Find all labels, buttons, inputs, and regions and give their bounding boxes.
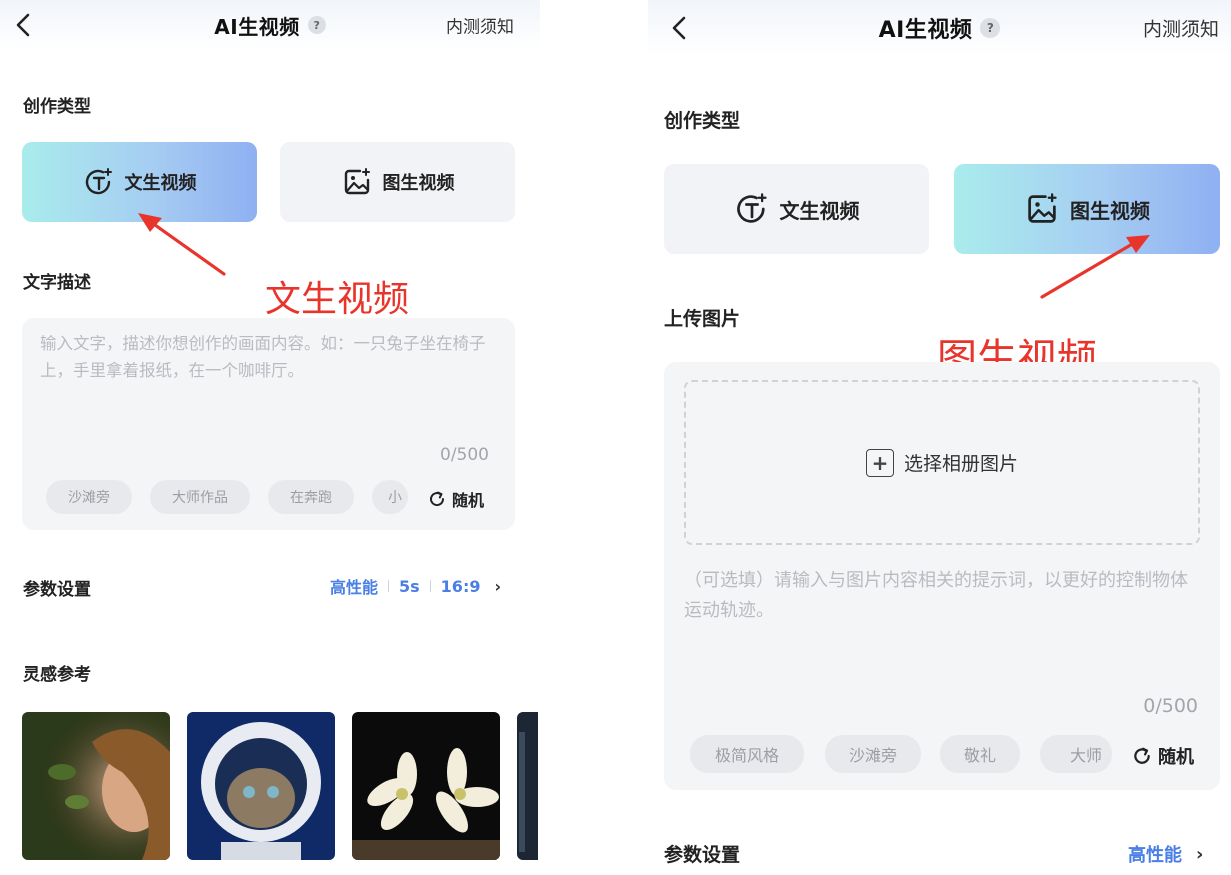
select-album-label: 选择相册图片 [903, 453, 1018, 475]
tab-label: 图生视频 [1070, 198, 1150, 223]
inspiration-thumb-flowers[interactable] [352, 712, 500, 860]
prompt-chip[interactable]: 大师作品 [150, 480, 250, 514]
refresh-icon [430, 491, 445, 507]
annotation-arrow [1040, 235, 1150, 299]
random-button[interactable]: 随机 [1132, 743, 1194, 769]
upload-label: 上传图片 [664, 308, 741, 330]
inspiration-thumb-partial[interactable] [517, 712, 538, 860]
select-album-button[interactable]: + 选择相册图片 [684, 380, 1200, 545]
description-input[interactable]: 输入文字，描述你想创作的画面内容。如：一只兔子坐在椅子上，手里拿着报纸，在一个咖… [40, 330, 498, 384]
params-summary[interactable]: 高性能 5s 16:9 › [330, 574, 501, 598]
inspiration-thumb-cat[interactable] [187, 712, 335, 860]
params-label: 参数设置 [664, 844, 741, 866]
inspiration-thumb-girl[interactable] [22, 712, 170, 860]
prompt-chip[interactable]: 大师 [1040, 735, 1112, 773]
annotation-text: 文生视频 [265, 279, 410, 320]
annotation-arrow [138, 213, 226, 276]
type-section-label: 创作类型 [664, 110, 741, 132]
params-summary[interactable]: 高性能 › [1128, 841, 1203, 867]
inspiration-label: 灵感参考 [23, 665, 91, 685]
header: AI生视频 ? 内测须知 [648, 0, 1231, 56]
random-label: 随机 [1158, 747, 1194, 768]
params-label: 参数设置 [23, 580, 91, 600]
param-duration: 5s [399, 576, 420, 596]
text-video-icon [83, 166, 115, 198]
prompt-chip[interactable]: 沙滩旁 [46, 480, 132, 514]
description-label: 文字描述 [23, 273, 91, 293]
prompt-chip[interactable]: 在奔跑 [268, 480, 354, 514]
tab-label: 图生视频 [382, 173, 455, 194]
type-section-label: 创作类型 [23, 97, 91, 117]
notice-link[interactable]: 内测须知 [446, 13, 514, 38]
random-label: 随机 [452, 491, 485, 510]
refresh-icon [1134, 747, 1150, 764]
tab-label: 文生视频 [124, 173, 197, 194]
param-quality: 高性能 [330, 578, 379, 597]
prompt-chip[interactable]: 极简风格 [690, 735, 804, 773]
random-button[interactable]: 随机 [428, 487, 484, 511]
header: AI生视频 ? 内测须知 [0, 0, 540, 50]
plus-box-icon: + [865, 448, 894, 477]
tab-text-to-video[interactable]: 文生视频 [664, 164, 929, 254]
image-video-icon [1024, 191, 1060, 227]
help-icon[interactable]: ? [980, 18, 1001, 38]
prompt-chip[interactable]: 敬礼 [940, 735, 1020, 773]
chevron-right-icon[interactable]: › [1196, 844, 1203, 865]
image-video-icon [341, 166, 373, 198]
chevron-left-icon [672, 16, 686, 40]
back-button[interactable] [666, 14, 694, 42]
help-icon[interactable]: ? [307, 16, 326, 34]
upload-card: + 选择相册图片 （可选填）请输入与图片内容相关的提示词，以更好的控制物体运动轨… [664, 362, 1220, 790]
prompt-input[interactable]: （可选填）请输入与图片内容相关的提示词，以更好的控制物体运动轨迹。 [684, 566, 1200, 625]
char-counter: 0/500 [440, 445, 489, 465]
param-separator [388, 580, 390, 592]
screenshot-canvas: AI生视频 ? 内测须知 创作类型 文生视频 图生视频 文字描述 文生视频 输入… [0, 0, 1231, 875]
param-quality: 高性能 [1128, 845, 1182, 866]
param-separator [429, 580, 431, 592]
page-title: AI生视频 [214, 14, 300, 39]
notice-link[interactable]: 内测须知 [1143, 15, 1219, 42]
tab-image-to-video[interactable]: 图生视频 [280, 142, 515, 222]
page-title: AI生视频 [878, 18, 973, 43]
panel-divider [540, 0, 648, 875]
char-counter: 0/500 [1143, 695, 1198, 717]
chevron-right-icon[interactable]: › [494, 577, 501, 596]
tab-label: 文生视频 [779, 198, 860, 223]
prompt-chip[interactable]: 沙滩旁 [825, 735, 921, 773]
text-video-icon [734, 191, 770, 227]
back-button[interactable] [10, 11, 38, 39]
chevron-left-icon [16, 13, 30, 37]
prompt-chip[interactable]: 小 [372, 480, 408, 514]
param-ratio: 16:9 [440, 576, 481, 596]
description-card: 输入文字，描述你想创作的画面内容。如：一只兔子坐在椅子上，手里拿着报纸，在一个咖… [22, 318, 515, 530]
